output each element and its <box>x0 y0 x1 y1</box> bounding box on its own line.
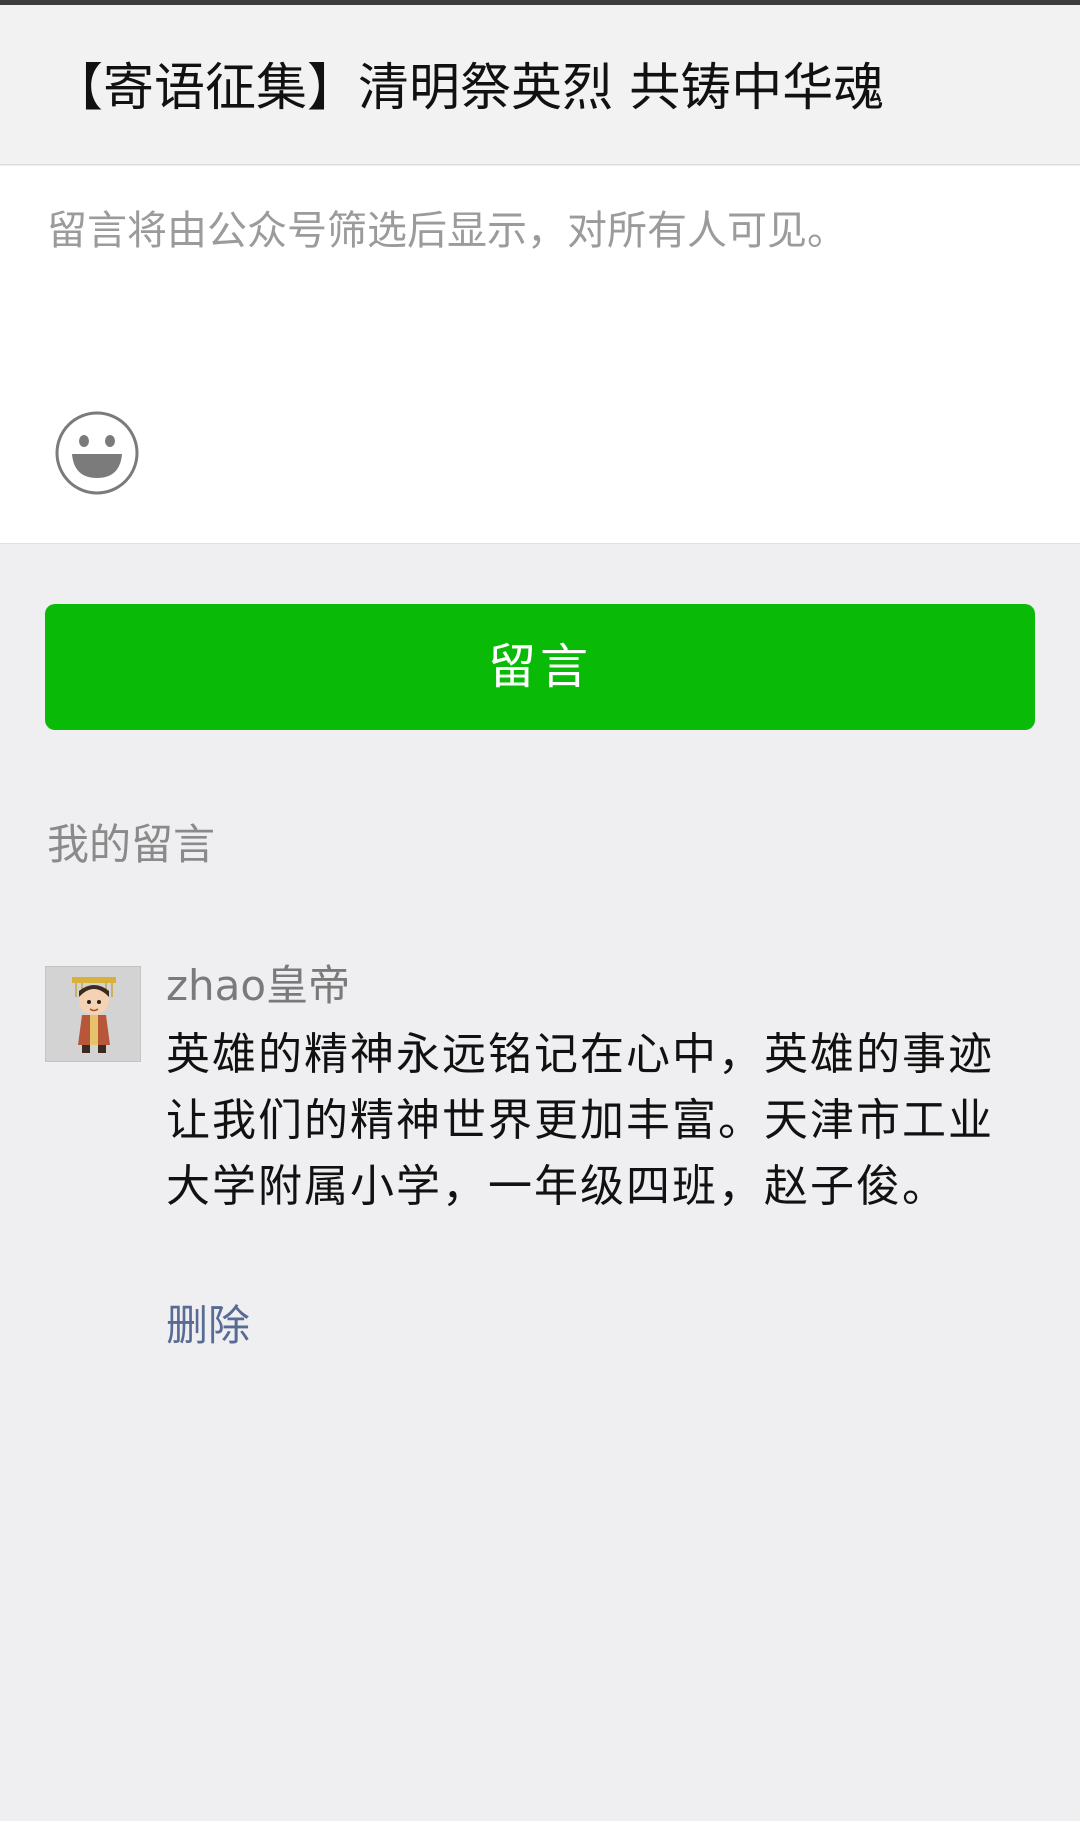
avatar[interactable] <box>45 966 141 1062</box>
submit-comment-button[interactable]: 留言 <box>45 604 1035 730</box>
comment-content: 英雄的精神永远铭记在心中，英雄的事迹让我们的精神世界更加丰富。天津市工业大学附属… <box>166 1029 994 1212</box>
page-title: 【寄语征集】清明祭英烈 共铸中华魂 <box>52 59 885 118</box>
comment-author: zhao皇帝 <box>166 961 351 1010</box>
delete-comment-link[interactable]: 删除 <box>166 1296 250 1356</box>
my-comments-heading: 我的留言 <box>47 820 216 869</box>
page-header: 【寄语征集】清明祭英烈 共铸中华魂 <box>0 5 1080 165</box>
emperor-cartoon-avatar-icon <box>46 967 140 1061</box>
smiley-face-icon[interactable] <box>54 410 140 496</box>
comment-input-placeholder[interactable]: 留言将由公众号筛选后显示，对所有人可见。 <box>47 202 847 260</box>
comment-compose-box[interactable]: 留言将由公众号筛选后显示，对所有人可见。 <box>0 166 1080 544</box>
